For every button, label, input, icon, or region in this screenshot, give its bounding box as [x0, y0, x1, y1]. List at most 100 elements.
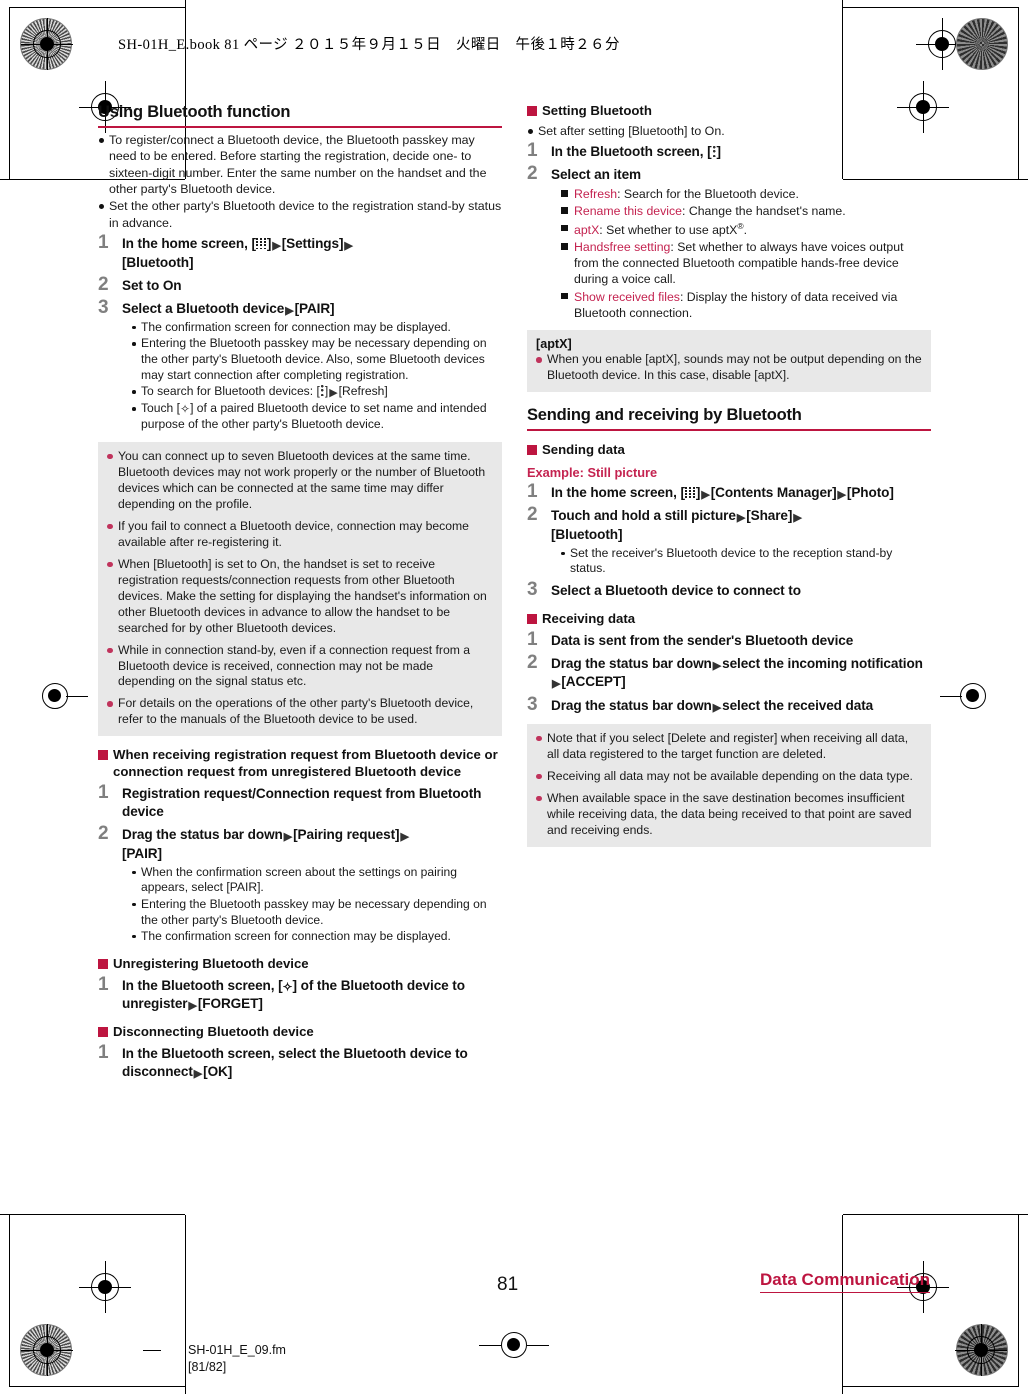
step-number: 1 — [98, 973, 109, 995]
step-text: Drag the status bar down▶select the inco… — [551, 656, 923, 691]
list-item: Set the other party's Bluetooth device t… — [98, 198, 502, 231]
crop-line-bl-h — [0, 1214, 185, 1215]
step-text: Data is sent from the sender's Bluetooth… — [551, 633, 854, 649]
item-desc: : Change the handset's name. — [682, 204, 846, 219]
note-list: You can connect up to seven Bluetooth de… — [107, 449, 493, 729]
left-column: Using Bluetooth function To register/con… — [98, 103, 502, 1086]
receiving-data-steps: 1 Data is sent from the sender's Bluetoo… — [527, 629, 931, 715]
step-text: Drag the status bar down▶select the rece… — [551, 697, 873, 714]
red-square-icon — [527, 445, 537, 456]
step-text-main: Drag the status bar down — [551, 656, 712, 672]
source-file-name: SH-01H_E_09.fm [81/82] — [188, 1342, 286, 1375]
subsection-receiving-data: Receiving data — [527, 611, 931, 628]
step-text-pre: In the Bluetooth screen, [ — [122, 977, 283, 993]
item-desc-tail: . — [743, 222, 748, 237]
list-item: To search for Bluetooth devices: []▶[Ref… — [130, 384, 502, 400]
manual-page: SH-01H_E.book 81 ページ ２０１５年９月１５日 火曜日 午後１時… — [0, 0, 1028, 1394]
notes-box-bluetooth: You can connect up to seven Bluetooth de… — [98, 441, 502, 737]
list-item: While in connection stand-by, even if a … — [107, 643, 493, 691]
unregistering-steps: 1 In the Bluetooth screen, [✧] of the Bl… — [98, 973, 502, 1013]
registration-mark-mid-left — [42, 683, 88, 709]
subsection-receiving-request: When receiving registration request from… — [98, 747, 502, 781]
step-text: Select a Bluetooth device▶[PAIR] — [122, 300, 335, 317]
red-square-icon — [98, 750, 108, 761]
step-tail: [Contents Manager] — [710, 484, 837, 500]
chevron-right-icon: ▶ — [329, 387, 338, 400]
right-column: Setting Bluetooth Set after setting [Blu… — [527, 103, 931, 851]
subsection-title: Sending data — [542, 442, 625, 458]
step-number: 1 — [98, 782, 109, 804]
chapter-label: Data Communication — [759, 1270, 930, 1293]
subsection-title: Receiving data — [542, 611, 636, 627]
list-item: Entering the Bluetooth passkey may be ne… — [130, 897, 502, 929]
notes-box-receiving: Note that if you select [Delete and regi… — [527, 723, 931, 847]
step-2: 2 Select an item Refresh: Search for the… — [527, 163, 931, 321]
step-1: 1 In the Bluetooth screen, select the Bl… — [98, 1042, 502, 1081]
chevron-right-icon: ▶ — [552, 678, 561, 691]
apps-grid-icon — [684, 486, 696, 498]
chevron-right-icon: ▶ — [188, 999, 197, 1012]
file-name-text: SH-01H_E_09.fm — [188, 1343, 286, 1357]
subsection-setting-bluetooth: Setting Bluetooth — [527, 103, 931, 120]
red-square-icon — [527, 106, 537, 116]
list-item: Set after setting [Bluetooth] to On. — [527, 123, 931, 139]
list-item: Handsfree setting: Set whether to always… — [561, 239, 931, 288]
step-text: Select an item — [551, 167, 642, 183]
step-text-main: Select a Bluetooth device — [122, 300, 285, 316]
item-name: Handsfree setting — [574, 240, 671, 255]
subsection-disconnecting: Disconnecting Bluetooth device — [98, 1024, 502, 1041]
step-1: 1 In the home screen, []▶[Settings]▶ [Blu… — [98, 232, 502, 271]
step-tail: [OK] — [203, 1063, 233, 1079]
step-3: 3 Select a Bluetooth device to connect t… — [527, 579, 931, 601]
step-number: 3 — [527, 579, 538, 601]
step-number: 2 — [527, 652, 538, 674]
step-tail: [Pairing request] — [293, 827, 400, 843]
step-tail: select the incoming notification — [722, 656, 923, 672]
setting-item-list: Refresh: Search for the Bluetooth device… — [551, 186, 931, 321]
step-3-bullets: The confirmation screen for connection m… — [122, 320, 502, 433]
red-square-icon — [98, 958, 108, 969]
registration-mark-bottom-right-inner — [955, 1324, 1007, 1376]
bullet-post: ] of a paired Bluetooth device to set na… — [141, 401, 487, 431]
step-1: 1 Data is sent from the sender's Bluetoo… — [527, 629, 931, 650]
item-name: aptX — [574, 222, 600, 237]
chevron-right-icon: ▶ — [272, 240, 281, 253]
setting-intro-bullets: Set after setting [Bluetooth] to On. — [527, 123, 931, 139]
registration-mark-bottom-left — [79, 1261, 131, 1313]
item-name: Refresh — [574, 187, 618, 202]
step-2: 2 Drag the status bar down▶select the in… — [527, 652, 931, 692]
step-1: 1 In the Bluetooth screen, [✧] of the Bl… — [98, 973, 502, 1013]
step-text: In the Bluetooth screen, [] — [551, 144, 721, 159]
item-desc: : Set whether to use aptX — [599, 222, 738, 237]
bluetooth-setup-steps: 1 In the home screen, []▶[Settings]▶ [Blu… — [98, 232, 502, 433]
chevron-right-icon: ▶ — [283, 831, 293, 844]
registration-mark-bottom-center — [479, 1332, 549, 1358]
step-number: 2 — [527, 504, 538, 526]
step-text-pre: In the home screen, [ — [551, 484, 685, 500]
chevron-right-icon: ▶ — [712, 660, 722, 673]
item-name: Show received files — [574, 289, 680, 304]
note-box-title: [aptX] — [536, 337, 572, 352]
subsection-title: Setting Bluetooth — [542, 103, 652, 118]
step-2-bullets: Set the receiver's Bluetooth device to t… — [551, 546, 931, 578]
note-list: When you enable [aptX], sounds may not b… — [536, 352, 922, 384]
list-item: You can connect up to seven Bluetooth de… — [107, 449, 493, 513]
registration-mark-mid-right — [940, 683, 986, 709]
receiving-request-steps: 1 Registration request/Connection reques… — [98, 782, 502, 944]
step-text-main: Drag the status bar down — [551, 697, 712, 713]
sending-data-steps: 1 In the home screen, []▶[Contents Manag… — [527, 481, 931, 601]
step-tail2: [ACCEPT] — [561, 674, 626, 690]
step-text: In the Bluetooth screen, select the Blue… — [122, 1046, 468, 1080]
subsection-title: Unregistering Bluetooth device — [113, 955, 309, 971]
step-tail2: [Photo] — [846, 484, 894, 500]
step-text: In the Bluetooth screen, [✧] of the Blue… — [122, 977, 465, 1012]
chevron-right-icon: ▶ — [344, 240, 353, 253]
list-item: Receiving all data may not be available … — [536, 769, 922, 785]
step-number: 2 — [98, 273, 109, 295]
step-tail2: [PAIR] — [122, 845, 162, 861]
step-text: Select a Bluetooth device to connect to — [551, 583, 801, 599]
item-desc: : Search for the Bluetooth device. — [617, 187, 799, 202]
setting-bluetooth-steps: 1 In the Bluetooth screen, [] 2 Select a… — [527, 140, 931, 321]
step-1: 1 Registration request/Connection reques… — [98, 782, 502, 821]
crop-line-bl-v — [185, 1215, 186, 1394]
